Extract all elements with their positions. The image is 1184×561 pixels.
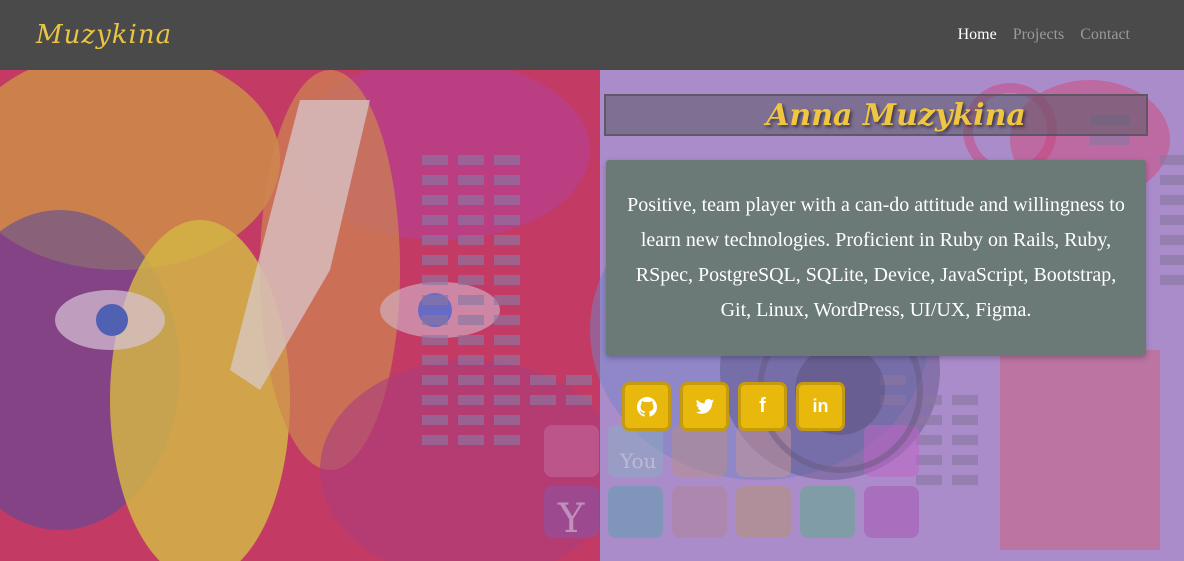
bio-card: Positive, team player with a can-do atti… — [606, 160, 1146, 356]
hero-name: Anna Muzykina — [766, 97, 1026, 133]
nav-link-home[interactable]: Home — [950, 26, 1005, 44]
bio-text: Positive, team player with a can-do atti… — [627, 194, 1125, 321]
twitter-button[interactable] — [680, 382, 729, 431]
navbar: Muzykina Home Projects Contact — [0, 0, 1184, 70]
github-button[interactable] — [622, 382, 671, 431]
nav-link-projects[interactable]: Projects — [1005, 26, 1073, 44]
facebook-button[interactable]: f — [738, 382, 787, 431]
linkedin-icon: in — [812, 396, 829, 416]
hero-section: Y You Anna Muzykina Positive, team playe… — [0, 70, 1184, 561]
github-icon — [636, 396, 657, 417]
brand-logo[interactable]: Muzykina — [36, 20, 172, 50]
nav-links: Home Projects Contact — [950, 26, 1138, 44]
facebook-icon: f — [759, 395, 766, 417]
linkedin-button[interactable]: in — [796, 382, 845, 431]
name-banner: Anna Muzykina — [604, 94, 1148, 136]
twitter-icon — [695, 398, 714, 414]
nav-link-contact[interactable]: Contact — [1072, 26, 1138, 44]
social-links: f in — [622, 382, 845, 431]
